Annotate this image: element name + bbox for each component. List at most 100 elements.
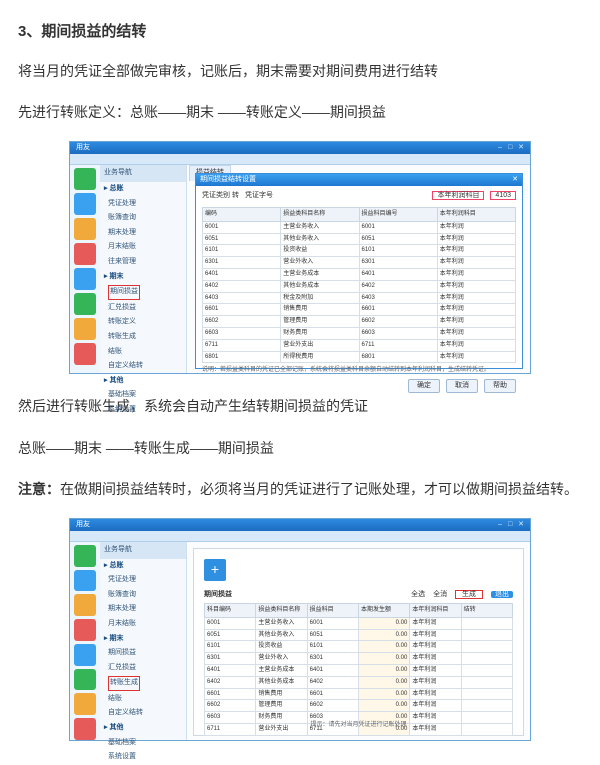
table-row[interactable]: 6051其他业务收入6051本年利润 — [203, 233, 516, 245]
table-row[interactable]: 6401主营业务成本6401本年利润 — [203, 268, 516, 280]
sidebar-app-icon[interactable] — [74, 268, 96, 290]
sidebar-app-icon[interactable] — [74, 193, 96, 215]
sidebar-app-icon[interactable] — [74, 218, 96, 240]
dialog-button[interactable]: 帮助 — [484, 379, 516, 394]
min-icon[interactable]: – — [498, 521, 502, 528]
sidebar-app-icon[interactable] — [74, 243, 96, 265]
generate-button[interactable]: 生成 — [455, 590, 483, 599]
exit-button[interactable]: 退出 — [491, 591, 513, 598]
nav-item-highlighted[interactable]: 转账生成 — [108, 676, 140, 691]
nav-item[interactable]: 汇兑损益 — [100, 301, 186, 316]
nav-item[interactable]: 基础档案 — [100, 736, 186, 751]
generate-table: 科目编码损益类科目名称损益科目本期发生额本年利润科目结转 6001主营业务收入6… — [204, 603, 513, 736]
nav-group[interactable]: ▸ 其他 — [100, 374, 186, 389]
dialog-note: 说明：若损益类科目的凭证已全部记账，系统会将损益类科目余额自动结转到本年利润科目… — [202, 367, 516, 374]
nav-group[interactable]: ▸ 总账 — [100, 182, 186, 197]
sidebar-app-icon[interactable] — [74, 168, 96, 190]
sidebar-app-icon[interactable] — [74, 718, 96, 740]
sidebar-app-icon[interactable] — [74, 669, 96, 691]
nav-item[interactable]: 转账生成 — [100, 330, 186, 345]
table-row[interactable]: 6101投资收益61010.00本年利润 — [205, 641, 513, 653]
table-row[interactable]: 6711营业外支出6711本年利润 — [203, 339, 516, 351]
nav-item[interactable]: 账簿查询 — [100, 588, 186, 603]
sidebar-app-icon[interactable] — [74, 594, 96, 616]
sidebar-app-icon[interactable] — [74, 644, 96, 666]
table-row[interactable]: 6402其他业务成本6402本年利润 — [203, 280, 516, 292]
table-row[interactable]: 6801所得税费用6801本年利润 — [203, 351, 516, 363]
nav-item[interactable]: 自定义结转 — [100, 359, 186, 374]
table-row[interactable]: 6301营业外收入63010.00本年利润 — [205, 653, 513, 665]
nav-item[interactable]: 期间损益 — [100, 284, 186, 301]
nav-item[interactable]: 月末结账 — [100, 617, 186, 632]
close-icon[interactable]: ✕ — [518, 144, 524, 151]
nav-item[interactable]: 转账生成 — [100, 675, 186, 692]
app-title: 用友 — [76, 142, 90, 155]
dialog: 期间损益结转设置 ✕ 凭证类别 转凭证字号 本年利润科目 4103 编码 — [195, 173, 523, 369]
sidebar-app-icon[interactable] — [74, 343, 96, 365]
dialog-button[interactable]: 确定 — [408, 379, 440, 394]
note-line: 注意：在做期间损益结转时，必须将当月的凭证进行了记账处理，才可以做期间损益结转。 — [18, 477, 582, 502]
nav-group[interactable]: ▸ 其他 — [100, 721, 186, 736]
select-all[interactable]: 全选 — [411, 591, 425, 598]
table-row[interactable]: 6402其他业务成本64020.00本年利润 — [205, 676, 513, 688]
nav-item[interactable]: 汇兑损益 — [100, 661, 186, 676]
nav-item[interactable]: 月末结账 — [100, 240, 186, 255]
col-header: 损益类科目名称 — [281, 207, 359, 221]
nav-item[interactable]: 自定义结转 — [100, 706, 186, 721]
nav-item[interactable]: 凭证处理 — [100, 197, 186, 212]
table-row[interactable]: 6101投资收益6101本年利润 — [203, 245, 516, 257]
nav-group[interactable]: ▸ 期末 — [100, 270, 186, 285]
sidebar-app-icon[interactable] — [74, 318, 96, 340]
dialog-button[interactable]: 取消 — [446, 379, 478, 394]
table-row[interactable]: 6401主营业务成本64010.00本年利润 — [205, 664, 513, 676]
section-heading: 3、期间损益的结转 — [18, 18, 582, 45]
table-row[interactable]: 6403税金及附加6403本年利润 — [203, 292, 516, 304]
col-header: 损益科目编号 — [359, 207, 437, 221]
nav-item[interactable]: 往来管理 — [100, 255, 186, 270]
nav-item[interactable]: 基础档案 — [100, 388, 186, 403]
nav-item[interactable]: 期间损益 — [100, 646, 186, 661]
nav-item[interactable]: 凭证处理 — [100, 573, 186, 588]
nav-item[interactable]: 期末处理 — [100, 226, 186, 241]
col-header: 本期发生额 — [358, 603, 409, 617]
sidebar-app-icon[interactable] — [74, 570, 96, 592]
table-row[interactable]: 6601销售费用6601本年利润 — [203, 304, 516, 316]
table-row[interactable]: 6301营业外收入6301本年利润 — [203, 257, 516, 269]
nav-item[interactable]: 转账定义 — [100, 315, 186, 330]
sidebar-app-icon[interactable] — [74, 293, 96, 315]
icon-sidebar — [70, 542, 100, 740]
add-button[interactable]: + — [204, 559, 226, 581]
table-row[interactable]: 6051其他业务收入60510.00本年利润 — [205, 629, 513, 641]
table-row[interactable]: 6602管理费用6602本年利润 — [203, 316, 516, 328]
nav-item[interactable]: 系统设置 — [100, 750, 186, 765]
nav-item[interactable]: 期末处理 — [100, 602, 186, 617]
sidebar-app-icon[interactable] — [74, 619, 96, 641]
nav-tree[interactable]: 业务导航▸ 总账凭证处理账簿查询期末处理月末结账▸ 期末期间损益汇兑损益转账生成… — [100, 542, 187, 740]
max-icon[interactable]: □ — [508, 144, 512, 151]
sidebar-app-icon[interactable] — [74, 545, 96, 567]
note-text: 在做期间损益结转时，必须将当月的凭证进行了记账处理，才可以做期间损益结转。 — [60, 481, 578, 497]
min-icon[interactable]: – — [498, 144, 502, 151]
col-header: 本年利润科目 — [410, 603, 461, 617]
nav-item-highlighted[interactable]: 期间损益 — [108, 285, 140, 300]
table-row[interactable]: 6601销售费用66010.00本年利润 — [205, 688, 513, 700]
profit-acct-value[interactable]: 4103 — [490, 191, 516, 200]
table-row[interactable]: 6001主营业务收入6001本年利润 — [203, 221, 516, 233]
nav-tree[interactable]: 业务导航▸ 总账凭证处理账簿查询期末处理月末结账往来管理▸ 期末期间损益汇兑损益… — [100, 165, 187, 373]
max-icon[interactable]: □ — [508, 521, 512, 528]
table-row[interactable]: 6602管理费用66020.00本年利润 — [205, 700, 513, 712]
nav-item[interactable]: 系统设置 — [100, 403, 186, 418]
note-label: 注意： — [18, 481, 60, 497]
table-row[interactable]: 6001主营业务收入60010.00本年利润 — [205, 617, 513, 629]
sidebar-app-icon[interactable] — [74, 693, 96, 715]
close-icon[interactable]: ✕ — [518, 521, 524, 528]
nav-item[interactable]: 账簿查询 — [100, 211, 186, 226]
nav-item[interactable]: 结账 — [100, 345, 186, 360]
nav-group[interactable]: ▸ 总账 — [100, 559, 186, 574]
select-none[interactable]: 全消 — [433, 591, 447, 598]
col-header: 编码 — [203, 207, 281, 221]
dialog-close-icon[interactable]: ✕ — [512, 174, 518, 187]
nav-item[interactable]: 结账 — [100, 692, 186, 707]
table-row[interactable]: 6603财务费用6603本年利润 — [203, 327, 516, 339]
nav-group[interactable]: ▸ 期末 — [100, 632, 186, 647]
